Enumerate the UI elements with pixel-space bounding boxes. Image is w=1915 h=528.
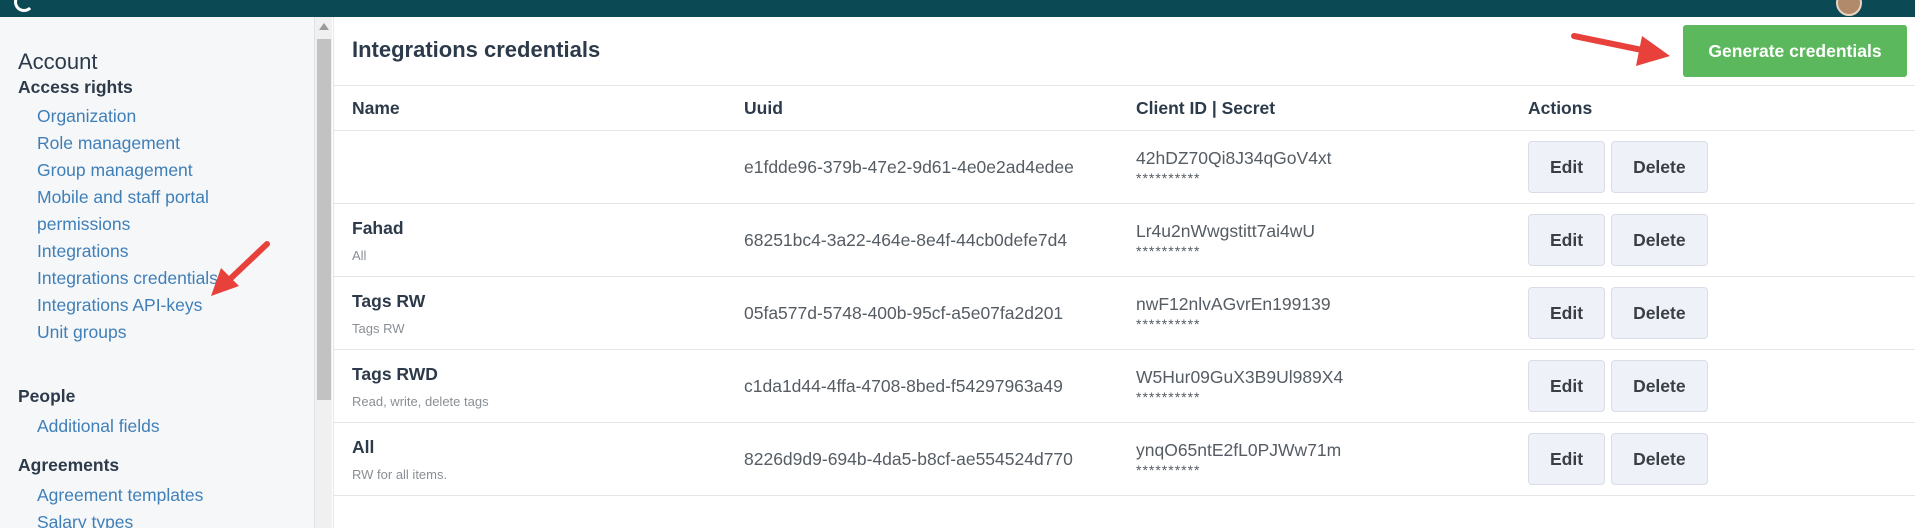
name-cell bbox=[334, 130, 726, 204]
sidebar-section-agreements: Agreements bbox=[18, 455, 120, 475]
actions-cell: Edit Delete bbox=[1510, 349, 1915, 423]
sidebar-item-mobile-staff-portal-cont[interactable]: permissions bbox=[37, 211, 130, 238]
uuid-cell: 8226d9d9-694b-4da5-b8cf-ae554524d770 bbox=[726, 422, 1118, 496]
sidebar-item-agreement-templates[interactable]: Agreement templates bbox=[37, 482, 203, 509]
client-secret: ********** bbox=[1136, 169, 1201, 186]
client-id: ynqO65ntE2fL0PJWw71m bbox=[1136, 439, 1342, 460]
name-cell: Tags RW Tags RW bbox=[334, 276, 726, 350]
uuid-cell: e1fdde96-379b-47e2-9d61-4e0e2ad4edee bbox=[726, 130, 1118, 204]
sidebar-heading: Account bbox=[18, 49, 98, 74]
client-cell: ynqO65ntE2fL0PJWw71m ********** bbox=[1118, 422, 1510, 496]
delete-button[interactable]: Delete bbox=[1611, 214, 1708, 266]
main-panel: Integrations credentials Generate creden… bbox=[333, 17, 1915, 528]
avatar[interactable] bbox=[1836, 0, 1862, 16]
delete-button[interactable]: Delete bbox=[1611, 287, 1708, 339]
credential-description: All bbox=[352, 247, 367, 263]
edit-button[interactable]: Edit bbox=[1528, 141, 1606, 193]
edit-button[interactable]: Edit bbox=[1528, 433, 1606, 485]
scrollbar-thumb[interactable] bbox=[317, 39, 331, 400]
table-row: Tags RWD Read, write, delete tags c1da1d… bbox=[334, 349, 1915, 423]
delete-button[interactable]: Delete bbox=[1611, 433, 1708, 485]
uuid-cell: 05fa577d-5748-400b-95cf-a5e07fa2d201 bbox=[726, 276, 1118, 350]
annotation-arrow bbox=[211, 241, 270, 296]
client-id: Lr4u2nWwgstitt7ai4wU bbox=[1136, 220, 1315, 241]
credential-name: Tags RWD bbox=[352, 363, 438, 384]
sidebar-item-salary-types[interactable]: Salary types bbox=[37, 509, 133, 528]
sidebar-section-access-rights: Access rights bbox=[18, 77, 133, 97]
actions-cell: Edit Delete bbox=[1510, 276, 1915, 350]
client-secret: ********** bbox=[1136, 315, 1201, 332]
annotation-arrow bbox=[1571, 33, 1670, 66]
sidebar-item-role-management[interactable]: Role management bbox=[37, 130, 180, 157]
edit-button[interactable]: Edit bbox=[1528, 287, 1606, 339]
client-cell: nwF12nlvAGvrEn199139 ********** bbox=[1118, 276, 1510, 350]
top-bar bbox=[0, 0, 1915, 17]
actions-cell: Edit Delete bbox=[1510, 203, 1915, 277]
client-secret: ********** bbox=[1136, 388, 1201, 405]
credential-description: Read, write, delete tags bbox=[352, 393, 489, 409]
scroll-up-icon[interactable] bbox=[319, 23, 329, 30]
client-id: 42hDZ70Qi8J34qGoV4xt bbox=[1136, 147, 1332, 168]
client-id: W5Hur09GuX3B9Ul989X4 bbox=[1136, 366, 1344, 387]
client-cell: W5Hur09GuX3B9Ul989X4 ********** bbox=[1118, 349, 1510, 423]
actions-cell: Edit Delete bbox=[1510, 422, 1915, 496]
sidebar-item-additional-fields[interactable]: Additional fields bbox=[37, 413, 160, 440]
delete-button[interactable]: Delete bbox=[1611, 360, 1708, 412]
page-title: Integrations credentials bbox=[352, 37, 601, 62]
name-cell: Tags RWD Read, write, delete tags bbox=[334, 349, 726, 423]
delete-button[interactable]: Delete bbox=[1611, 141, 1708, 193]
sidebar-item-group-management[interactable]: Group management bbox=[37, 157, 193, 184]
column-header-name: Name bbox=[334, 85, 726, 131]
logo-icon[interactable] bbox=[14, 0, 34, 12]
column-header-actions: Actions bbox=[1510, 85, 1915, 131]
table-row: e1fdde96-379b-47e2-9d61-4e0e2ad4edee 42h… bbox=[334, 130, 1915, 204]
table-row: Tags RW Tags RW 05fa577d-5748-400b-95cf-… bbox=[334, 276, 1915, 350]
table-header-row: Name Uuid Client ID | Secret Actions bbox=[334, 85, 1915, 131]
credential-name: Fahad bbox=[352, 217, 404, 238]
sidebar-item-integrations-credentials[interactable]: Integrations credentials bbox=[37, 265, 218, 292]
generate-credentials-button[interactable]: Generate credentials bbox=[1683, 25, 1907, 77]
credential-description: RW for all items. bbox=[352, 466, 448, 482]
uuid-cell: 68251bc4-3a22-464e-8e4f-44cb0defe7d4 bbox=[726, 203, 1118, 277]
sidebar-section-people: People bbox=[18, 386, 76, 406]
client-cell: Lr4u2nWwgstitt7ai4wU ********** bbox=[1118, 203, 1510, 277]
client-id: nwF12nlvAGvrEn199139 bbox=[1136, 293, 1331, 314]
client-secret: ********** bbox=[1136, 461, 1201, 478]
sidebar-item-mobile-staff-portal[interactable]: Mobile and staff portal bbox=[37, 184, 209, 211]
actions-cell: Edit Delete bbox=[1510, 130, 1915, 204]
table-row: All RW for all items. 8226d9d9-694b-4da5… bbox=[334, 422, 1915, 496]
sidebar-scrollbar[interactable] bbox=[314, 17, 332, 528]
sidebar-item-integrations[interactable]: Integrations bbox=[37, 238, 128, 265]
credential-name: Tags RW bbox=[352, 290, 426, 311]
credentials-table: Name Uuid Client ID | Secret Actions e1f… bbox=[334, 85, 1915, 496]
credential-name: All bbox=[352, 436, 375, 457]
edit-button[interactable]: Edit bbox=[1528, 360, 1606, 412]
table-row: Fahad All 68251bc4-3a22-464e-8e4f-44cb0d… bbox=[334, 203, 1915, 277]
sidebar-item-integrations-api-keys[interactable]: Integrations API-keys bbox=[37, 292, 202, 319]
name-cell: Fahad All bbox=[334, 203, 726, 277]
sidebar-item-organization[interactable]: Organization bbox=[37, 103, 136, 130]
credential-description: Tags RW bbox=[352, 320, 405, 336]
name-cell: All RW for all items. bbox=[334, 422, 726, 496]
client-cell: 42hDZ70Qi8J34qGoV4xt ********** bbox=[1118, 130, 1510, 204]
uuid-cell: c1da1d44-4ffa-4708-8bed-f54297963a49 bbox=[726, 349, 1118, 423]
edit-button[interactable]: Edit bbox=[1528, 214, 1606, 266]
column-header-uuid: Uuid bbox=[726, 85, 1118, 131]
sidebar-item-unit-groups[interactable]: Unit groups bbox=[37, 319, 127, 346]
client-secret: ********** bbox=[1136, 242, 1201, 259]
column-header-client: Client ID | Secret bbox=[1118, 85, 1510, 131]
